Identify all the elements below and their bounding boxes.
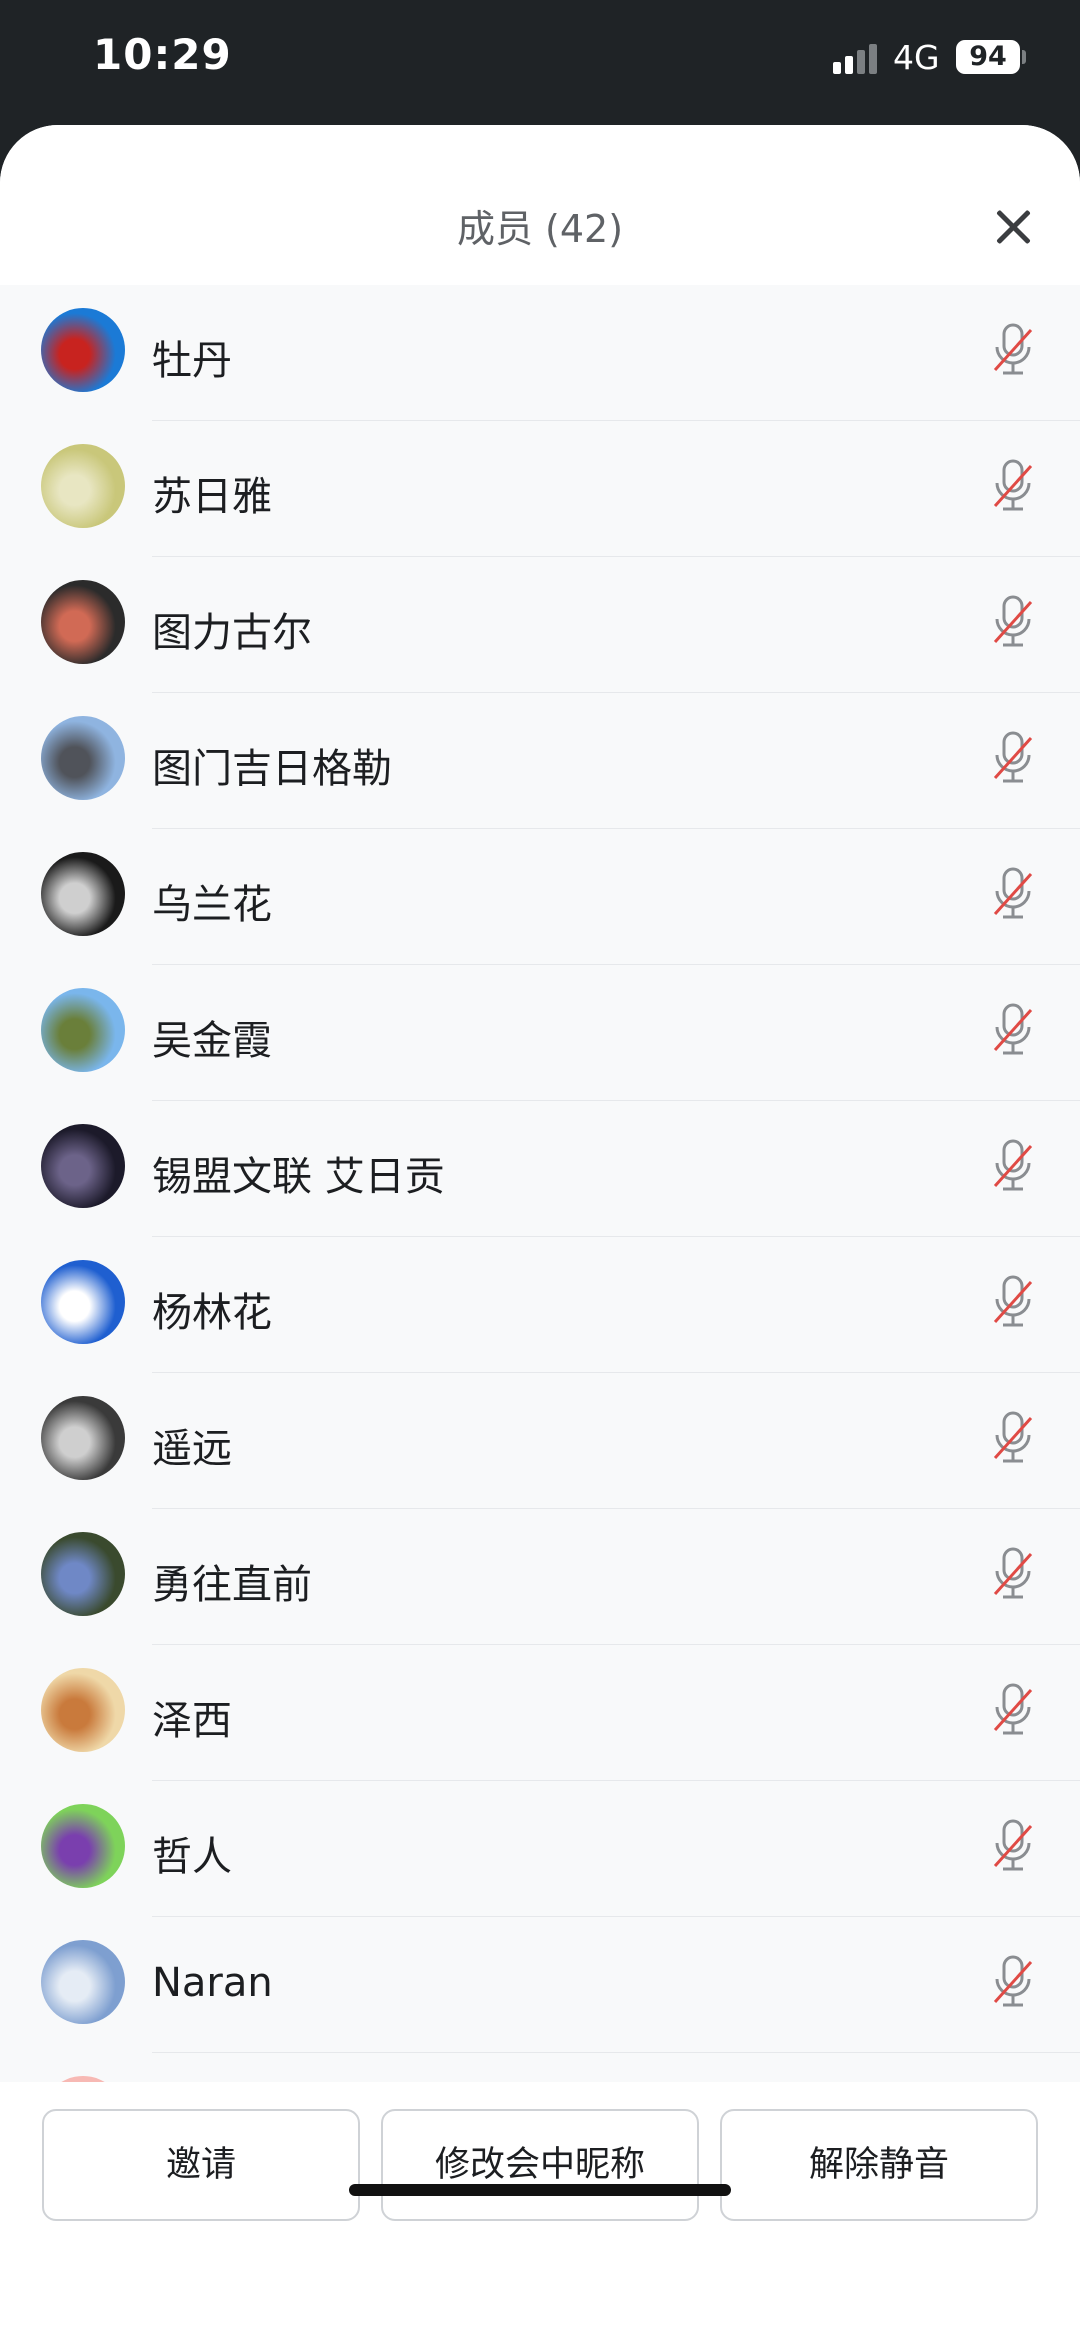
cellular-signal-icon <box>833 44 879 74</box>
avatar <box>41 988 125 1072</box>
member-name: 乌兰花 <box>152 882 272 928</box>
avatar <box>41 1260 125 1344</box>
member-row[interactable]: 苏日雅 <box>0 421 1080 557</box>
member-row[interactable]: 哲人 <box>0 1781 1080 1917</box>
sheet-header: 成员 (42) <box>0 125 1080 285</box>
avatar <box>41 852 125 936</box>
mic-muted-icon[interactable] <box>991 730 1035 786</box>
avatar <box>41 1396 125 1480</box>
member-row[interactable]: 乌兰花 <box>0 829 1080 965</box>
bottom-action-bar: 邀请 修改会中昵称 解除静音 <box>0 2082 1080 2337</box>
mic-muted-icon[interactable] <box>991 1954 1035 2010</box>
mic-muted-icon[interactable] <box>991 1138 1035 1194</box>
sheet-title: 成员 (42) <box>456 207 624 251</box>
member-name: 勇往直前 <box>152 1562 312 1608</box>
screen: 10:29 4G 94 成员 (42) 牡丹苏日雅图力古尔图门吉日格勒 乌兰花吴金… <box>0 0 1080 2337</box>
member-row[interactable]: 遥远 <box>0 1373 1080 1509</box>
member-name: 吴金霞 <box>152 1018 272 1064</box>
avatar <box>41 716 125 800</box>
member-list[interactable]: 牡丹苏日雅图力古尔图门吉日格勒 乌兰花吴金霞锡盟文联 艾日贡 杨林花遥远勇往直前泽西… <box>0 285 1080 2082</box>
battery-tip <box>1022 50 1026 64</box>
rename-button[interactable]: 修改会中昵称 <box>381 2109 699 2221</box>
invite-button[interactable]: 邀请 <box>42 2109 360 2221</box>
status-bar: 10:29 4G 94 <box>0 0 1080 125</box>
member-row[interactable]: 牡丹 <box>0 285 1080 421</box>
avatar <box>41 1668 125 1752</box>
avatar <box>41 444 125 528</box>
mic-muted-icon[interactable] <box>991 322 1035 378</box>
member-row[interactable]: 图门吉日格勒 <box>0 693 1080 829</box>
member-name: 遥远 <box>152 1426 232 1472</box>
member-name: 图门吉日格勒 <box>152 746 392 792</box>
unmute-button[interactable]: 解除静音 <box>720 2109 1038 2221</box>
avatar <box>41 1940 125 2024</box>
member-row[interactable]: 泽西 <box>0 1645 1080 1781</box>
mic-muted-icon[interactable] <box>991 458 1035 514</box>
member-row[interactable] <box>0 2053 1080 2082</box>
status-time: 10:29 <box>93 30 232 79</box>
mic-muted-icon[interactable] <box>991 1410 1035 1466</box>
members-sheet: 成员 (42) 牡丹苏日雅图力古尔图门吉日格勒 乌兰花吴金霞锡盟文联 艾日贡 杨林花… <box>0 125 1080 2337</box>
avatar <box>41 1124 125 1208</box>
member-row[interactable]: 吴金霞 <box>0 965 1080 1101</box>
mic-muted-icon[interactable] <box>991 1274 1035 1330</box>
member-name: 杨林花 <box>152 1290 272 1336</box>
close-icon[interactable] <box>990 203 1038 251</box>
member-name: 牡丹 <box>152 338 232 384</box>
mic-muted-icon[interactable] <box>991 1818 1035 1874</box>
mic-muted-icon[interactable] <box>991 1546 1035 1602</box>
member-name: 哲人 <box>152 1834 232 1880</box>
member-name: 图力古尔 <box>152 610 312 656</box>
member-row[interactable]: 勇往直前 <box>0 1509 1080 1645</box>
mic-muted-icon[interactable] <box>991 1682 1035 1738</box>
member-row[interactable]: 锡盟文联 艾日贡 <box>0 1101 1080 1237</box>
member-row[interactable]: 杨林花 <box>0 1237 1080 1373</box>
avatar <box>41 308 125 392</box>
member-name: 苏日雅 <box>152 474 272 520</box>
network-type: 4G <box>893 38 940 77</box>
avatar <box>41 1532 125 1616</box>
mic-muted-icon[interactable] <box>991 866 1035 922</box>
member-row[interactable]: Naran <box>0 1917 1080 2053</box>
member-name: 锡盟文联 艾日贡 <box>152 1154 445 1200</box>
member-name: 泽西 <box>152 1698 232 1744</box>
mic-muted-icon[interactable] <box>991 1002 1035 1058</box>
mic-muted-icon[interactable] <box>991 594 1035 650</box>
avatar <box>41 580 125 664</box>
battery-icon: 94 <box>956 40 1020 74</box>
member-name: Naran <box>152 1960 273 2006</box>
home-indicator <box>349 2184 731 2196</box>
member-row[interactable]: 图力古尔 <box>0 557 1080 693</box>
avatar <box>41 1804 125 1888</box>
